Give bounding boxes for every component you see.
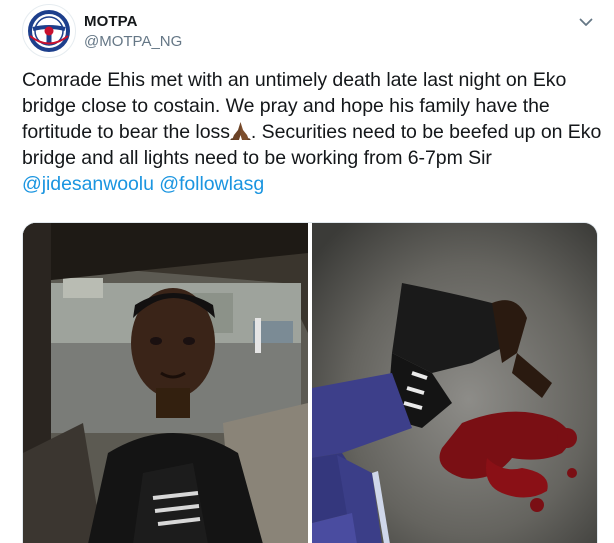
media-grid bbox=[22, 222, 598, 543]
tweet-card: MOTPA @MOTPA_NG Comrade Ehis met with an… bbox=[0, 0, 614, 543]
avatar[interactable] bbox=[22, 4, 76, 58]
mention-link[interactable]: @followlasg bbox=[159, 173, 264, 195]
author-name[interactable]: MOTPA bbox=[84, 13, 138, 30]
praying-hands-emoji-icon bbox=[229, 121, 251, 141]
victim-photo[interactable] bbox=[312, 223, 597, 543]
mention-link[interactable]: @jidesanwoolu bbox=[22, 173, 154, 195]
selfie-photo[interactable] bbox=[23, 223, 308, 543]
chevron-down-icon[interactable] bbox=[576, 12, 596, 32]
steering-wheel-logo-icon bbox=[24, 6, 74, 56]
author-handle[interactable]: @MOTPA_NG bbox=[84, 33, 182, 50]
tweet-text: Comrade Ehis met with an untimely death … bbox=[22, 67, 602, 197]
